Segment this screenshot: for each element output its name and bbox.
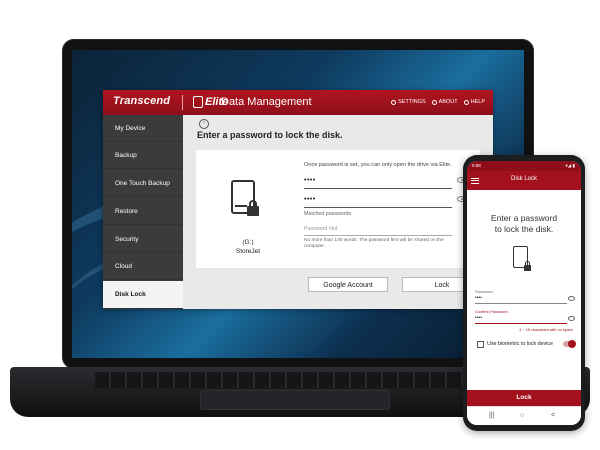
gear-icon <box>391 99 397 105</box>
page-title: Enter a password to lock the disk. <box>197 130 343 140</box>
phone-heading-line1: Enter a password <box>490 213 558 223</box>
google-account-button[interactable]: Google Account <box>308 277 388 292</box>
settings-link[interactable]: SETTINGS <box>391 99 426 105</box>
phone-nav-bar: ||| ○ < <box>467 406 581 425</box>
help-icon <box>463 99 469 105</box>
sidebar-item-one-touch-backup[interactable]: One Touch Backup <box>103 170 183 197</box>
sidebar: My Device Backup One Touch Backup Restor… <box>103 115 183 309</box>
sidebar-item-security[interactable]: Security <box>103 226 183 253</box>
sidebar-item-backup[interactable]: Backup <box>103 142 183 169</box>
recent-apps-icon[interactable]: ||| <box>489 412 494 419</box>
help-label: HELP <box>470 99 485 105</box>
password-value: •••• <box>304 176 316 184</box>
phone-status-bar: 5:58 ▾◢ ▮ <box>467 161 581 171</box>
eye-icon[interactable] <box>568 296 575 301</box>
phone-password-value: •••• <box>475 295 483 301</box>
status-time: 5:58 <box>472 163 481 168</box>
elite-logo-icon <box>193 96 203 108</box>
about-label: ABOUT <box>438 99 458 105</box>
info-icon <box>431 99 437 105</box>
password-field[interactable]: •••• <box>304 176 466 189</box>
header-divider <box>182 95 183 110</box>
confirm-password-field[interactable]: •••• <box>304 195 466 208</box>
hint-note: No more than 100 words. The password hin… <box>304 237 444 249</box>
biometric-toggle[interactable] <box>563 340 576 348</box>
password-form: Once password is set, you can only open … <box>304 162 466 250</box>
password-helper-text: 4 ~ 16 characters with no space <box>519 328 573 332</box>
matched-passwords-text: Matched passwords <box>304 210 352 217</box>
phone-confirm-value: •••• <box>475 315 483 321</box>
sidebar-item-cloud[interactable]: Cloud <box>103 253 183 280</box>
header-links: SETTINGS ABOUT HELP <box>391 99 485 105</box>
status-icons: ▾◢ ▮ <box>565 163 575 168</box>
phone-password-input[interactable]: •••• <box>475 294 575 304</box>
biometric-checkbox[interactable] <box>477 341 484 348</box>
elite-app-window: Transcend Elite Data Management SETTINGS… <box>103 90 493 309</box>
back-arrow-icon[interactable]: ‹ <box>199 119 209 129</box>
locked-drive-icon <box>231 180 261 220</box>
phone-confirm-input[interactable]: •••• <box>475 314 575 324</box>
sidebar-item-disk-lock[interactable]: Disk Lock <box>103 281 183 309</box>
sidebar-item-restore[interactable]: Restore <box>103 198 183 225</box>
phone-confirm-field[interactable]: Confirm Password •••• <box>475 309 575 324</box>
lock-form-card: (G:) StoreJet Once password is set, you … <box>196 150 480 268</box>
phone-heading: Enter a password to lock the disk. <box>467 213 581 235</box>
drive-label: (G:) StoreJet <box>226 238 270 256</box>
eye-icon[interactable] <box>568 316 575 321</box>
main-content: ‹ Enter a password to lock the disk. (G:… <box>183 115 493 309</box>
confirm-password-value: •••• <box>304 195 316 203</box>
phone-app-bar: Disk Lock <box>467 171 581 190</box>
settings-label: SETTINGS <box>398 99 426 105</box>
sidebar-item-my-device[interactable]: My Device <box>103 115 183 142</box>
back-icon[interactable]: < <box>551 412 555 419</box>
transcend-logo: Transcend <box>113 95 171 107</box>
password-hint-field[interactable]: Password hint <box>304 225 452 236</box>
drive-letter: (G:) <box>242 239 254 246</box>
phone-password-field[interactable]: Password •••• <box>475 289 575 304</box>
laptop-keyboard <box>95 372 505 388</box>
about-link[interactable]: ABOUT <box>431 99 458 105</box>
info-text: Once password is set, you can only open … <box>304 162 452 168</box>
home-icon[interactable]: ○ <box>520 412 524 419</box>
laptop-trackpad <box>200 390 390 410</box>
phone-title: Disk Lock <box>510 176 537 182</box>
drive-name: StoreJet <box>235 248 261 255</box>
phone-lock-button[interactable]: Lock <box>467 390 581 406</box>
phone-heading-line2: to lock the disk. <box>494 224 554 234</box>
app-header: Transcend Elite Data Management SETTINGS… <box>103 90 493 115</box>
app-title: Data Management <box>221 96 312 108</box>
help-link[interactable]: HELP <box>463 99 485 105</box>
locked-drive-icon <box>513 246 533 274</box>
password-hint-placeholder: Password hint <box>304 225 338 232</box>
phone-screen: 5:58 ▾◢ ▮ Disk Lock Enter a password to … <box>467 161 581 425</box>
biometric-label: Use biometric to lock device <box>487 341 553 347</box>
